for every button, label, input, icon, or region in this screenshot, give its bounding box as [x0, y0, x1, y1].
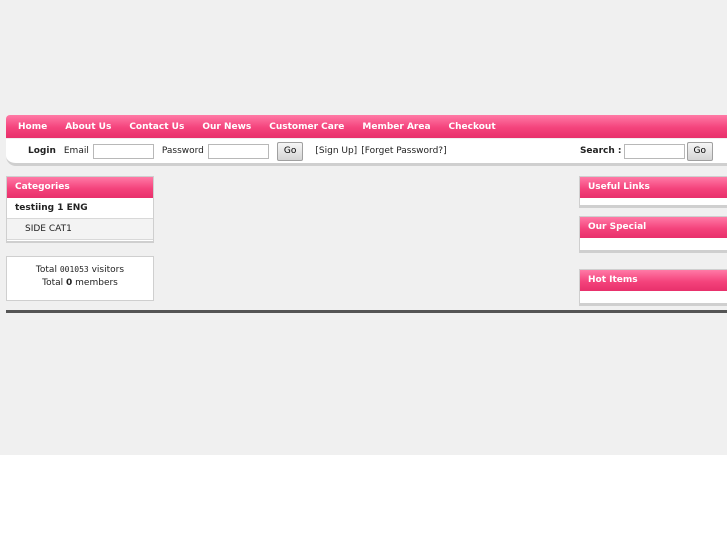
search-go-button[interactable]: Go	[686, 141, 713, 161]
our-special-title: Our Special	[580, 217, 727, 238]
password-label: Password	[161, 146, 204, 156]
nav-our-news[interactable]: Our News	[202, 122, 251, 132]
email-label: Email	[63, 146, 89, 156]
password-input[interactable]	[207, 143, 269, 159]
login-go-button[interactable]: Go	[276, 141, 304, 161]
nav-member-area[interactable]: Member Area	[362, 122, 430, 132]
visitor-count: 001053	[59, 265, 89, 274]
categories-title: Categories	[7, 177, 153, 198]
member-count: 0	[66, 278, 73, 288]
login-label: Login	[28, 146, 56, 156]
visitor-count-line: Total 001053 visitors	[7, 265, 153, 275]
members-label: members	[75, 278, 118, 288]
main-navigation: Home About Us Contact Us Our News Custom…	[6, 115, 727, 138]
nav-checkout[interactable]: Checkout	[449, 122, 496, 132]
visitor-stats-box: Total 001053 visitors Total 0 members	[6, 256, 154, 301]
useful-links-box: Useful Links	[579, 176, 727, 208]
category-item-sub[interactable]: SIDE CAT1	[7, 219, 153, 240]
useful-links-body	[580, 198, 727, 207]
category-item-main[interactable]: testiing 1 ENG	[7, 198, 153, 219]
hot-items-title: Hot Items	[580, 270, 727, 291]
nav-customer-care[interactable]: Customer Care	[269, 122, 344, 132]
total-label: Total	[35, 265, 57, 275]
forget-password-link[interactable]: [Forget Password?]	[361, 146, 446, 156]
nav-about-us[interactable]: About Us	[65, 122, 111, 132]
our-special-body	[580, 238, 727, 252]
member-count-line: Total 0 members	[7, 278, 153, 288]
sign-up-link[interactable]: [Sign Up]	[315, 146, 357, 156]
search-label: Search :	[579, 146, 622, 156]
email-input[interactable]	[92, 143, 154, 159]
useful-links-title: Useful Links	[580, 177, 727, 198]
visitors-label: visitors	[91, 265, 125, 275]
hot-items-body	[580, 291, 727, 305]
footer-divider	[6, 310, 727, 313]
total-label: Total	[42, 278, 64, 288]
categories-box: Categories testiing 1 ENG SIDE CAT1	[6, 176, 154, 243]
hot-items-box: Hot Items	[579, 269, 727, 306]
our-special-box: Our Special	[579, 216, 727, 253]
nav-home[interactable]: Home	[18, 122, 47, 132]
nav-contact-us[interactable]: Contact Us	[129, 122, 184, 132]
search-input[interactable]	[623, 143, 685, 159]
login-bar: Login Email Password Go [Sign Up] [Forge…	[6, 139, 727, 166]
